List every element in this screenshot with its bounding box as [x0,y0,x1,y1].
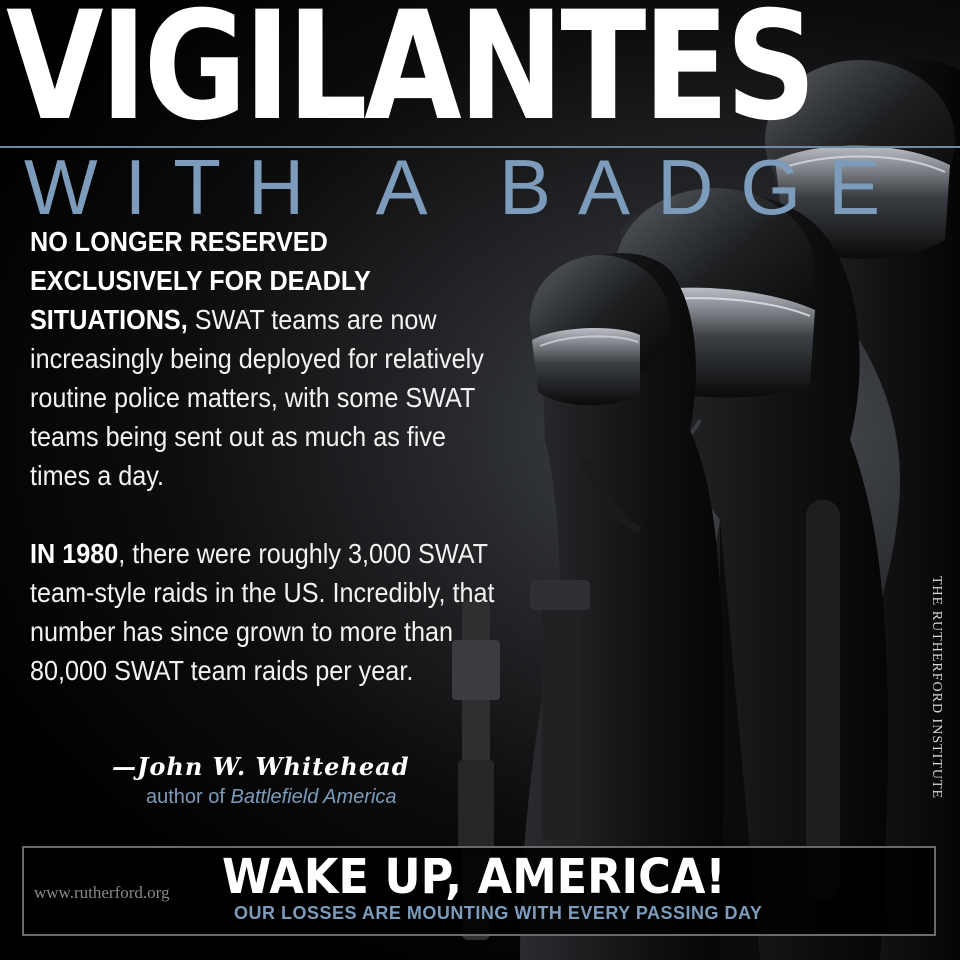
institute-watermark: THE RUTHERFORD INSTITUTE [929,576,944,800]
paragraph-2-lead: IN 1980 [30,538,119,569]
footer-headline: WAKE UP, AMERICA! [222,849,726,905]
paragraph-2: IN 1980, there were roughly 3,000 SWAT t… [30,534,498,690]
book-title: Battlefield America [230,786,397,808]
quote-body: NO LONGER RESERVED EXCLUSIVELY FOR DEADL… [30,222,498,690]
poster: VIGILANTES WITH A BADGE NO LONGER RESERV… [0,0,960,960]
author-signature: —John W. Whitehead [112,752,410,781]
headline-subtitle: WITH A BADGE [24,143,908,231]
headline-title: VIGILANTES [6,0,816,154]
author-byline: author of Battlefield America [146,786,397,809]
byline-prefix: author of [146,786,225,808]
paragraph-1: NO LONGER RESERVED EXCLUSIVELY FOR DEADL… [30,222,498,495]
website-url: www.rutherford.org [34,883,170,902]
footer-tagline: OUR LOSSES ARE MOUNTING WITH EVERY PASSI… [234,903,763,923]
